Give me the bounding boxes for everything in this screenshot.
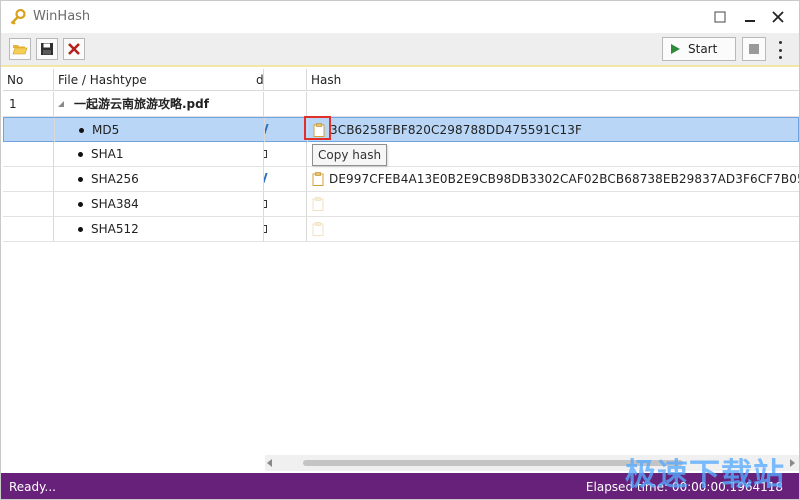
stop-button[interactable] bbox=[742, 37, 766, 61]
status-cell bbox=[264, 92, 307, 116]
row-number bbox=[4, 118, 55, 142]
watermark-text: 极速下载站 bbox=[625, 457, 785, 493]
row-number bbox=[3, 142, 54, 166]
title-bar: WinHash bbox=[1, 1, 799, 33]
collapse-triangle-icon[interactable] bbox=[58, 101, 64, 107]
scroll-right-arrow-icon[interactable] bbox=[790, 459, 795, 467]
hash-value[interactable]: DE997CFEB4A13E0B2E9CB98DB3302CAF02BCB687… bbox=[329, 167, 799, 191]
clipboard-icon[interactable] bbox=[312, 172, 324, 186]
column-header-no[interactable]: No bbox=[3, 69, 54, 91]
row-number bbox=[3, 192, 54, 216]
minimize-button[interactable] bbox=[737, 5, 763, 29]
window-title: WinHash bbox=[33, 9, 91, 24]
status-cell bbox=[264, 142, 307, 166]
status-cell bbox=[264, 167, 307, 191]
play-icon bbox=[671, 44, 680, 54]
close-x-icon bbox=[68, 43, 80, 55]
bullet-icon bbox=[79, 128, 84, 133]
hash-value[interactable]: 3CB6258FBF820C298788DD475591C13F bbox=[330, 118, 582, 142]
hashtype-cell: SHA384 bbox=[54, 192, 264, 216]
clear-button[interactable] bbox=[63, 38, 85, 60]
hash-cell bbox=[307, 217, 799, 241]
more-options-button[interactable] bbox=[773, 41, 787, 59]
clipboard-icon bbox=[312, 222, 324, 236]
copy-highlight-box bbox=[304, 116, 331, 140]
column-header-status[interactable]: d bbox=[256, 69, 307, 91]
hashtype-cell: SHA512 bbox=[54, 217, 264, 241]
maximize-icon bbox=[714, 11, 726, 23]
hashtype-cell: SHA256 bbox=[54, 167, 264, 191]
hashtype-label: SHA512 bbox=[91, 222, 139, 236]
hashtype-label: SHA1 bbox=[91, 147, 124, 161]
hashtype-label: SHA384 bbox=[91, 197, 139, 211]
grid-header: No File / Hashtype d Hash bbox=[3, 69, 799, 91]
hash-cell bbox=[307, 92, 799, 116]
status-header-label: d bbox=[256, 73, 264, 87]
close-window-button[interactable] bbox=[765, 5, 791, 29]
file-row[interactable]: 1 一起游云南旅游攻略.pdf bbox=[3, 92, 799, 117]
bullet-icon bbox=[78, 202, 83, 207]
start-label: Start bbox=[688, 42, 718, 56]
hash-row-sha512[interactable]: SHA512 bbox=[3, 217, 799, 242]
bullet-icon bbox=[78, 177, 83, 182]
save-button[interactable] bbox=[36, 38, 58, 60]
hash-cell bbox=[307, 192, 799, 216]
save-icon bbox=[41, 43, 53, 55]
file-cell: 一起游云南旅游攻略.pdf bbox=[54, 92, 264, 116]
app-window: WinHash Start No File / Hashtype d Hash … bbox=[0, 0, 800, 500]
status-cell bbox=[265, 118, 308, 142]
status-cell bbox=[264, 192, 307, 216]
hash-row-md5[interactable]: MD5 3CB6258FBF820C298788DD475591C13F bbox=[3, 117, 799, 142]
folder-open-icon bbox=[12, 45, 28, 55]
column-header-file[interactable]: File / Hashtype bbox=[54, 69, 264, 91]
minimize-icon bbox=[745, 20, 755, 22]
status-text: Ready... bbox=[9, 480, 56, 494]
hash-grid: No File / Hashtype d Hash 1 一起游云南旅游攻略.pd… bbox=[3, 69, 799, 473]
stop-icon bbox=[749, 44, 759, 54]
open-file-button[interactable] bbox=[9, 38, 31, 60]
hash-row-sha384[interactable]: SHA384 bbox=[3, 192, 799, 217]
hashtype-cell: MD5 bbox=[55, 118, 265, 142]
check-mark-icon bbox=[265, 124, 269, 134]
row-number: 1 bbox=[3, 92, 54, 116]
hash-row-sha1[interactable]: SHA1 bbox=[3, 142, 799, 167]
bullet-icon bbox=[78, 227, 83, 232]
start-button[interactable]: Start bbox=[662, 37, 736, 61]
pending-icon bbox=[264, 200, 267, 208]
check-mark-icon bbox=[264, 173, 268, 183]
file-name: 一起游云南旅游攻略.pdf bbox=[74, 97, 209, 111]
bullet-icon bbox=[78, 152, 83, 157]
close-icon bbox=[772, 11, 784, 23]
toolbar: Start bbox=[1, 33, 799, 67]
hash-cell: DE997CFEB4A13E0B2E9CB98DB3302CAF02BCB687… bbox=[307, 167, 799, 191]
hash-cell: 3CB6258FBF820C298788DD475591C13F bbox=[308, 118, 800, 142]
hash-row-sha256[interactable]: SHA256 DE997CFEB4A13E0B2E9CB98DB3302CAF0… bbox=[3, 167, 799, 192]
copy-hash-tooltip: Copy hash bbox=[312, 144, 388, 166]
hashtype-cell: SHA1 bbox=[54, 142, 264, 166]
column-header-hash[interactable]: Hash bbox=[307, 69, 799, 91]
hashtype-label: SHA256 bbox=[91, 172, 139, 186]
more-vertical-icon bbox=[778, 41, 782, 44]
scroll-left-arrow-icon[interactable] bbox=[267, 459, 272, 467]
pending-icon bbox=[264, 225, 267, 233]
maximize-button[interactable] bbox=[707, 5, 733, 29]
key-icon bbox=[10, 8, 26, 25]
row-number bbox=[3, 167, 54, 191]
status-cell bbox=[264, 217, 307, 241]
row-number bbox=[3, 217, 54, 241]
pending-icon bbox=[264, 150, 267, 158]
clipboard-icon bbox=[312, 197, 324, 211]
hashtype-label: MD5 bbox=[92, 123, 120, 137]
